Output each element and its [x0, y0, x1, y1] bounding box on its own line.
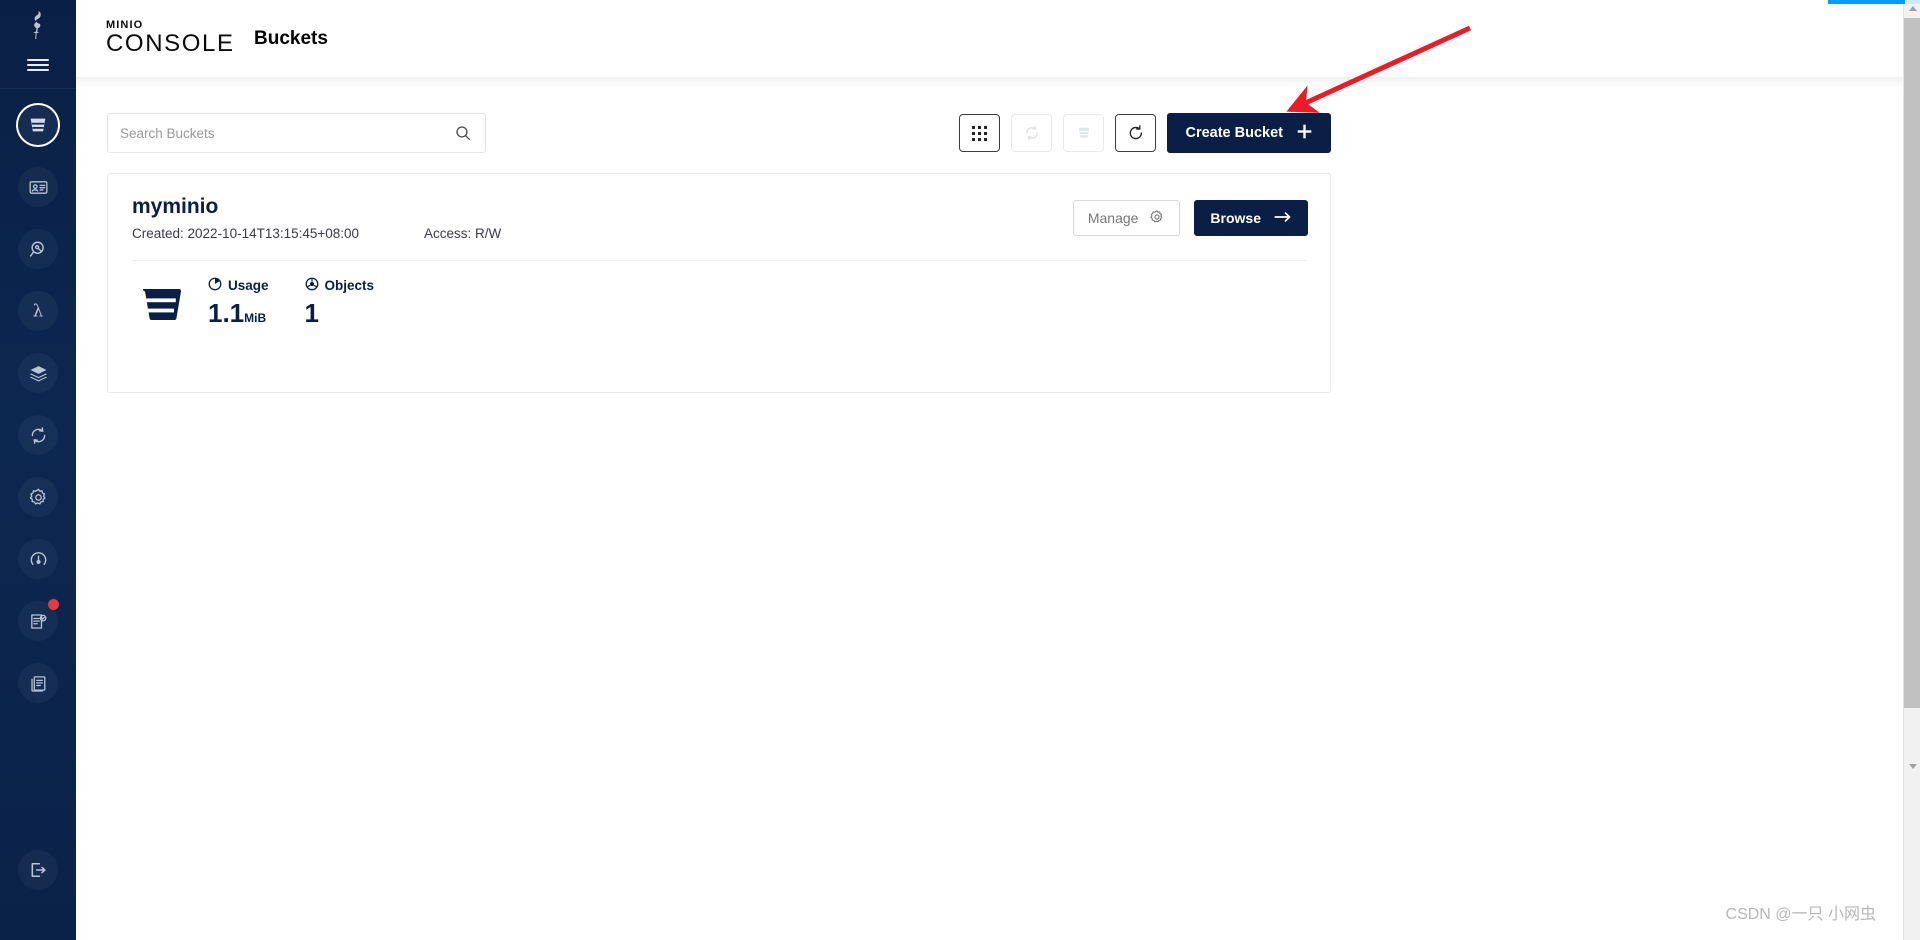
bucket-stats: Usage 1.1MiB Objects 1 [208, 277, 410, 333]
create-bucket-button[interactable]: Create Bucket [1167, 113, 1331, 153]
page-loading-bar-tail [1905, 0, 1920, 4]
stat-usage-header: Usage [208, 277, 269, 294]
svg-text:λ: λ [33, 302, 43, 321]
manage-label: Manage [1087, 210, 1139, 226]
chevron-down-icon [1908, 764, 1917, 769]
sidebar-item-lambda[interactable]: λ [0, 280, 76, 342]
header-shadow [76, 77, 1920, 89]
app-header: MINIO CONSOLE Buckets [76, 0, 1920, 77]
magnifier-key-icon [18, 229, 58, 269]
sidebar-item-identity[interactable] [0, 156, 76, 218]
sidebar-menu: λ [0, 94, 76, 714]
bucket-created-date: Created: 2022-10-14T13:15:45+08:00 [132, 226, 360, 241]
hamburger-line [27, 64, 49, 66]
sidebar-item-monitoring[interactable] [0, 528, 76, 590]
usage-number: 1.1 [208, 298, 245, 328]
buckets-toolbar: Create Bucket [107, 113, 1331, 159]
minio-bird-logo [0, 4, 76, 46]
logout-button[interactable] [0, 842, 76, 898]
identity-card-icon [18, 167, 58, 207]
bucket-icon [132, 279, 190, 331]
set-replication-button[interactable] [1011, 114, 1053, 152]
csdn-watermark: CSDN @一只 小网虫 [1725, 906, 1876, 923]
sidebar-item-site-replication[interactable] [0, 404, 76, 466]
sidebar-item-license[interactable] [0, 590, 76, 652]
grid-view-toggle[interactable] [959, 114, 1001, 152]
usage-unit: MiB [244, 311, 267, 325]
objects-number: 1 [304, 298, 319, 328]
sidebar-item-settings[interactable] [0, 466, 76, 528]
sidebar-item-buckets[interactable] [0, 94, 76, 156]
search-input[interactable] [108, 114, 454, 152]
app-root: λ MINIO CONSOLE Buckets Search Buckets C… [0, 0, 1920, 940]
layers-icon [18, 353, 58, 393]
bucket-card[interactable]: myminio Created: 2022-10-14T13:15:45+08:… [107, 173, 1331, 393]
browse-label: Browse [1210, 210, 1261, 226]
license-notification-badge [48, 599, 59, 610]
sidebar-item-access-inspector[interactable] [0, 218, 76, 280]
chevron-up-icon [1908, 6, 1917, 11]
replication-icon [1026, 125, 1038, 141]
refresh-icon [1129, 125, 1143, 140]
bucket-access: Access: R/W [424, 226, 502, 241]
main-content: Create Bucket myminio Created: 2022-10-1… [76, 77, 1920, 940]
page-scrollbar[interactable] [1903, 0, 1920, 940]
bucket-card-header: myminio Created: 2022-10-14T13:15:45+08:… [108, 174, 1330, 260]
create-bucket-label: Create Bucket [1185, 125, 1283, 141]
bucket-card-stats-row: Usage 1.1MiB Objects 1 [108, 261, 1330, 333]
monitoring-icon [18, 539, 58, 579]
hamburger-line [27, 59, 49, 61]
stat-usage-value: 1.1MiB [208, 298, 269, 333]
scrollbar-thumb[interactable] [1904, 18, 1920, 708]
search-buckets-box[interactable] [107, 113, 486, 153]
bucket-icon [18, 105, 58, 145]
minio-console-logo: MINIO CONSOLE [106, 20, 235, 57]
search-icon [454, 124, 485, 142]
refresh-list-button[interactable] [1115, 114, 1157, 152]
bucket-delete-icon [1078, 127, 1090, 138]
browse-bucket-button[interactable]: Browse [1194, 200, 1308, 236]
logout-icon [18, 850, 58, 890]
plus-icon [1296, 123, 1313, 144]
sidebar-item-documentation[interactable] [0, 652, 76, 714]
objects-globe-icon [305, 277, 319, 294]
delete-selected-buckets-button[interactable] [1063, 114, 1105, 152]
gear-icon [1149, 209, 1165, 228]
toolbar-actions: Create Bucket [959, 113, 1331, 153]
stat-usage: Usage 1.1MiB [208, 277, 269, 333]
sidebar-menu-toggle[interactable] [0, 46, 76, 84]
stat-objects: Objects 1 [305, 277, 375, 333]
brand-console-text: CONSOLE [106, 30, 235, 57]
book-icon [18, 663, 58, 703]
replication-refresh-icon [18, 415, 58, 455]
stat-objects-value: 1 [305, 298, 375, 333]
grid-icon [972, 125, 988, 141]
hamburger-line [27, 69, 49, 71]
document-check-icon [18, 599, 59, 641]
arrow-right-icon [1274, 210, 1292, 227]
sidebar: λ [0, 0, 76, 940]
sidebar-divider [0, 88, 76, 89]
manage-bucket-button[interactable]: Manage [1072, 200, 1181, 236]
bucket-card-actions: Manage Browse [1072, 200, 1308, 236]
stat-objects-label: Objects [324, 278, 375, 293]
gear-icon [18, 477, 58, 517]
stat-usage-label: Usage [228, 278, 269, 293]
scroll-down-button[interactable] [1904, 758, 1920, 775]
stat-objects-header: Objects [305, 277, 375, 294]
sidebar-item-tiers[interactable] [0, 342, 76, 404]
page-title: Buckets [254, 27, 328, 49]
lambda-icon: λ [18, 291, 58, 331]
pie-clock-icon [208, 277, 222, 294]
